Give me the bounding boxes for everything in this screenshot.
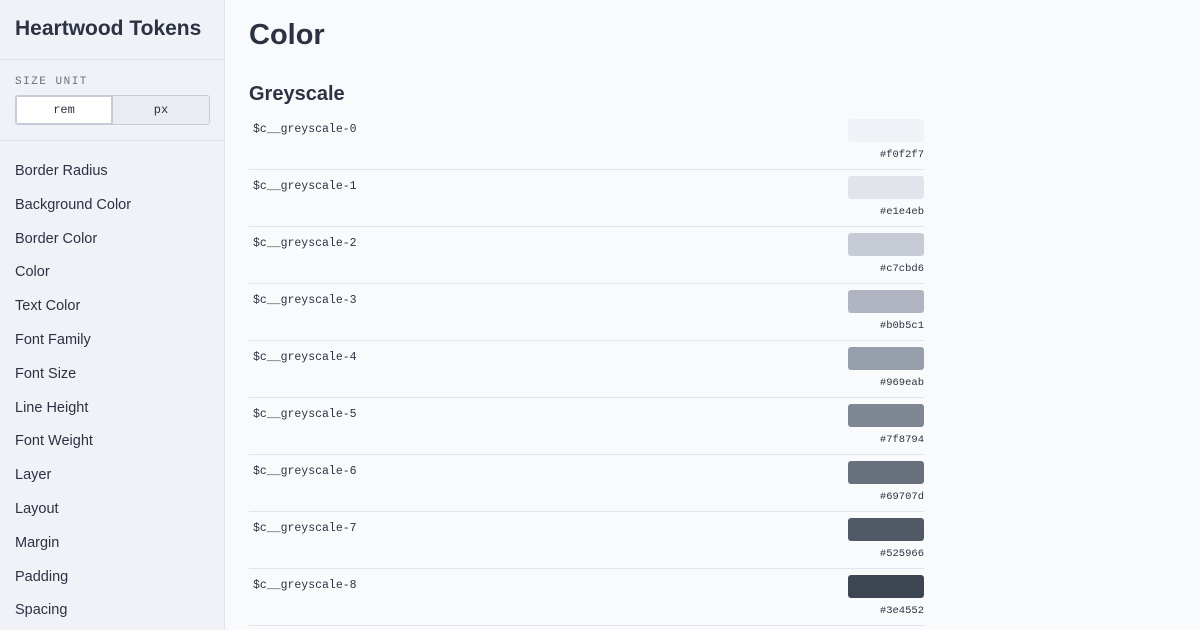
sidebar-item-padding[interactable]: Padding <box>0 561 224 595</box>
token-hex-value: #e1e4eb <box>879 206 924 218</box>
sidebar-item-border-color[interactable]: Border Color <box>0 223 224 257</box>
color-swatch <box>848 176 924 199</box>
token-name: $c__greyscale-4 <box>253 351 357 364</box>
token-row: $c__greyscale-4 #969eab <box>249 341 924 398</box>
sidebar-nav: Border Radius Background Color Border Co… <box>0 141 224 628</box>
token-name: $c__greyscale-2 <box>253 237 357 250</box>
sidebar-item-border-radius[interactable]: Border Radius <box>0 155 224 189</box>
sidebar-item-spacing[interactable]: Spacing <box>0 594 224 628</box>
sidebar-item-font-family[interactable]: Font Family <box>0 324 224 358</box>
color-swatch <box>848 233 924 256</box>
token-row: $c__greyscale-2 #c7cbd6 <box>249 227 924 284</box>
color-swatch <box>848 119 924 142</box>
token-name: $c__greyscale-1 <box>253 180 357 193</box>
color-swatch <box>848 347 924 370</box>
token-hex-value: #525966 <box>879 548 924 560</box>
size-unit-toggle: rem px <box>15 95 210 125</box>
token-hex-value: #3e4552 <box>879 605 924 617</box>
token-row: $c__greyscale-5 #7f8794 <box>249 398 924 455</box>
sidebar-item-layer[interactable]: Layer <box>0 459 224 493</box>
unit-px-button[interactable]: px <box>112 96 209 124</box>
token-hex-value: #f0f2f7 <box>879 149 924 161</box>
token-name: $c__greyscale-5 <box>253 408 357 421</box>
sidebar-item-text-color[interactable]: Text Color <box>0 290 224 324</box>
token-row: $c__greyscale-8 #3e4552 <box>249 569 924 626</box>
token-row: $c__greyscale-3 #b0b5c1 <box>249 284 924 341</box>
app-window: Heartwood Tokens SIZE UNIT rem px Border… <box>0 0 1200 630</box>
size-unit-section: SIZE UNIT rem px <box>0 60 224 141</box>
token-row: $c__greyscale-1 #e1e4eb <box>249 170 924 227</box>
color-swatch <box>848 404 924 427</box>
sidebar-item-line-height[interactable]: Line Height <box>0 392 224 426</box>
token-hex-value: #c7cbd6 <box>879 263 924 275</box>
token-row: $c__greyscale-6 #69707d <box>249 455 924 512</box>
token-hex-value: #7f8794 <box>879 434 924 446</box>
sidebar-item-background-color[interactable]: Background Color <box>0 189 224 223</box>
token-row: $c__greyscale-7 #525966 <box>249 512 924 569</box>
color-swatch <box>848 290 924 313</box>
token-name: $c__greyscale-7 <box>253 522 357 535</box>
sidebar-item-color[interactable]: Color <box>0 256 224 290</box>
color-swatch <box>848 575 924 598</box>
token-name: $c__greyscale-6 <box>253 465 357 478</box>
unit-rem-button[interactable]: rem <box>16 96 112 124</box>
color-swatch <box>848 461 924 484</box>
sidebar-item-font-weight[interactable]: Font Weight <box>0 425 224 459</box>
token-name: $c__greyscale-8 <box>253 579 357 592</box>
sidebar-item-font-size[interactable]: Font Size <box>0 358 224 392</box>
sidebar: Heartwood Tokens SIZE UNIT rem px Border… <box>0 0 225 630</box>
token-name: $c__greyscale-0 <box>253 123 357 136</box>
token-list: $c__greyscale-0 #f0f2f7 $c__greyscale-1 … <box>249 113 924 626</box>
token-hex-value: #969eab <box>879 377 924 389</box>
color-swatch <box>848 518 924 541</box>
page-title: Color <box>249 19 325 51</box>
token-row: $c__greyscale-0 #f0f2f7 <box>249 113 924 170</box>
size-unit-label: SIZE UNIT <box>15 76 88 88</box>
section-title: Greyscale <box>249 83 345 105</box>
sidebar-item-margin[interactable]: Margin <box>0 527 224 561</box>
token-name: $c__greyscale-3 <box>253 294 357 307</box>
brand-title[interactable]: Heartwood Tokens <box>0 0 224 60</box>
main-content: Color Greyscale $c__greyscale-0 #f0f2f7 … <box>225 0 1200 630</box>
token-hex-value: #69707d <box>879 491 924 503</box>
token-hex-value: #b0b5c1 <box>879 320 924 332</box>
sidebar-item-layout[interactable]: Layout <box>0 493 224 527</box>
